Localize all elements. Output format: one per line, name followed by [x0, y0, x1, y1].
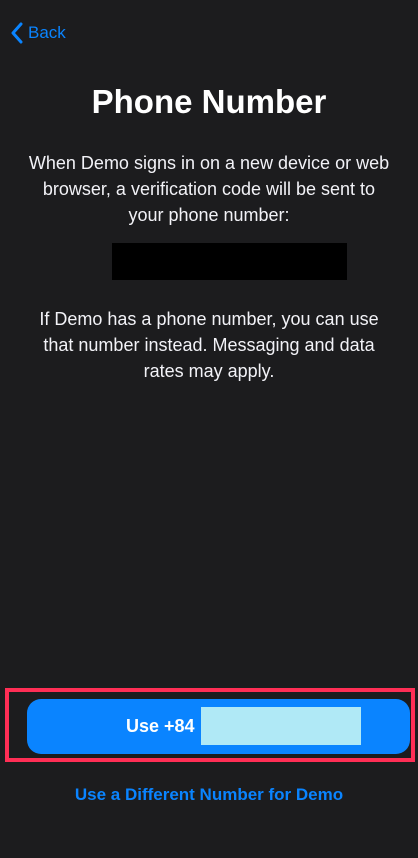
- description-line: your phone number:: [128, 205, 290, 225]
- alt-description-line: If Demo has a phone number, you can use: [39, 309, 379, 329]
- redacted-phone-number: [112, 243, 347, 280]
- use-phone-number-label: Use +84: [126, 716, 195, 736]
- chevron-left-icon: [11, 22, 23, 44]
- redacted-phone-suffix: [201, 707, 361, 745]
- description-line: When Demo signs in on a new device or we…: [28, 153, 390, 173]
- description-line: browser, a verification code will be sen…: [42, 179, 376, 199]
- phone-number-screen: Back Phone Number When Demo signs in on …: [0, 0, 418, 858]
- alt-description-text: If Demo has a phone number, you can use …: [22, 306, 396, 384]
- alt-description-line: rates may apply.: [143, 361, 275, 381]
- use-different-number-link[interactable]: Use a Different Number for Demo: [0, 783, 418, 807]
- back-label: Back: [28, 23, 66, 42]
- alt-description-line: that number instead. Messaging and data: [43, 335, 375, 355]
- page-title: Phone Number: [91, 83, 327, 120]
- description-text: When Demo signs in on a new device or we…: [0, 150, 418, 228]
- use-phone-number-button[interactable]: Use +84: [27, 699, 410, 754]
- back-button[interactable]: Back: [10, 20, 66, 46]
